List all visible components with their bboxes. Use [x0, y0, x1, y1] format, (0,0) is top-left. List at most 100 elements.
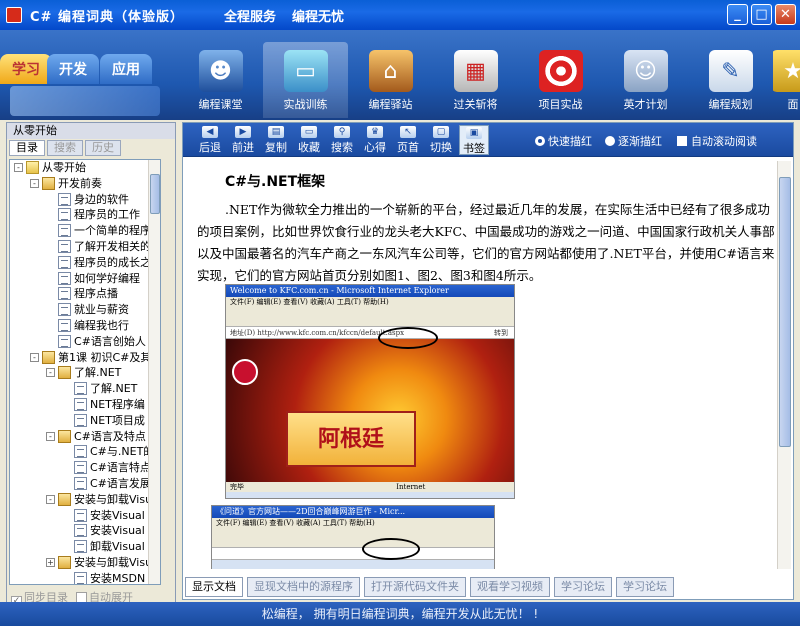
- tree-item-label: C#与.NET的: [90, 445, 155, 459]
- document-scroll-thumb[interactable]: [779, 177, 791, 447]
- tree-item[interactable]: 了解开发相关的: [10, 239, 160, 255]
- tab-study[interactable]: 学习: [0, 54, 52, 84]
- tree-item[interactable]: 卸载Visual S: [10, 539, 160, 555]
- tree-item[interactable]: C#与.NET的: [10, 444, 160, 460]
- tool-button[interactable]: ⚲ 搜索: [327, 125, 357, 155]
- tree-item[interactable]: - C#语言及特点: [10, 429, 160, 445]
- auto-scroll-option[interactable]: 自动滚动阅读: [677, 133, 757, 149]
- tool-button[interactable]: ◀ 后退: [195, 125, 225, 155]
- radio-gradual[interactable]: [605, 136, 615, 146]
- tab-show-source[interactable]: 显现文档中的源程序: [247, 577, 360, 597]
- tab-watch-video[interactable]: 观看学习视频: [470, 577, 550, 597]
- collapse-icon[interactable]: -: [14, 163, 23, 172]
- tool-button[interactable]: ↖ 页首: [393, 125, 423, 155]
- tree-item[interactable]: C#语言特点: [10, 460, 160, 476]
- tree-item[interactable]: NET项目成: [10, 413, 160, 429]
- maximize-button[interactable]: □: [751, 4, 772, 25]
- radio-fast[interactable]: [535, 136, 545, 146]
- teacher-icon: ☻: [198, 50, 243, 92]
- minimize-button[interactable]: _: [727, 4, 748, 25]
- tab-history[interactable]: 历史: [85, 140, 121, 156]
- module-more[interactable]: ★ 面: [773, 42, 800, 118]
- tree-item-label: 第1课 初识C#及其: [58, 350, 152, 364]
- tree-item[interactable]: - 第1课 初识C#及其: [10, 350, 160, 366]
- menu-service[interactable]: 全程服务: [224, 6, 276, 25]
- document-title: C#与.NET框架: [225, 174, 326, 190]
- module-practice-training[interactable]: ▭ 实战训练: [263, 42, 348, 118]
- collapse-icon[interactable]: -: [46, 431, 55, 441]
- tree-item[interactable]: C#语言创始人: [10, 334, 160, 350]
- tree-scrollbar[interactable]: [148, 160, 160, 584]
- figure-banner: 阿根廷: [286, 411, 416, 467]
- tree-item[interactable]: 程序员的工作: [10, 207, 160, 223]
- tree-item[interactable]: 一个简单的程序: [10, 223, 160, 239]
- auto-scroll-checkbox[interactable]: [677, 136, 687, 146]
- module-project-practice[interactable]: 项目实战: [518, 42, 603, 118]
- tool-label: 后退: [199, 141, 221, 154]
- figure-highlight-circle: [378, 327, 438, 349]
- figure2-highlight-circle: [362, 538, 420, 560]
- collapse-icon[interactable]: -: [46, 494, 55, 504]
- doc-icon: [74, 571, 87, 584]
- tree-item[interactable]: C#语言发展: [10, 476, 160, 492]
- tab-show-document[interactable]: 显示文档: [185, 577, 243, 597]
- tab-forum[interactable]: 学习论坛: [554, 577, 612, 597]
- tree-item[interactable]: - 了解.NET: [10, 365, 160, 381]
- tree-item-label: C#语言及特点: [74, 429, 146, 443]
- read-mode-fast[interactable]: 快速描红: [535, 133, 592, 149]
- tool-button[interactable]: ▣ 书签: [459, 125, 489, 155]
- tree-item[interactable]: 如何学好编程: [10, 271, 160, 287]
- collapse-icon[interactable]: -: [30, 352, 39, 362]
- tree-item[interactable]: - 从零开始: [10, 160, 160, 176]
- close-button[interactable]: ✕: [775, 4, 796, 25]
- document-scrollbar[interactable]: [777, 161, 791, 569]
- tab-develop[interactable]: 开发: [47, 54, 99, 84]
- tab-search[interactable]: 搜索: [47, 140, 83, 156]
- tool-button[interactable]: ▢ 切换: [426, 125, 456, 155]
- tree-scroll-thumb[interactable]: [150, 174, 160, 214]
- figure-status-text: 完毕: [230, 483, 244, 491]
- tree-item[interactable]: 安装Visual S: [10, 523, 160, 539]
- tree-item[interactable]: NET程序编: [10, 397, 160, 413]
- tree-item[interactable]: 安装Visual S: [10, 508, 160, 524]
- tree-item[interactable]: + 安装与卸载Visu: [10, 555, 160, 571]
- tree-item-label: 程序点播: [74, 287, 118, 301]
- tree-item[interactable]: 程序员的成长之: [10, 255, 160, 271]
- module-programming-plan[interactable]: ✎ 编程规划: [688, 42, 773, 118]
- collapse-icon[interactable]: -: [30, 178, 39, 188]
- tree-item-label: 安装与卸载Visu: [74, 492, 153, 506]
- tool-label: 搜索: [331, 141, 353, 154]
- expand-icon[interactable]: +: [46, 557, 55, 567]
- figure-window-title: Welcome to KFC.com.cn - Microsoft Intern…: [226, 285, 514, 297]
- tree-item-label: C#语言发展: [90, 476, 151, 490]
- target-icon: [538, 50, 583, 92]
- figure-go: 转到: [494, 329, 508, 337]
- tool-button[interactable]: ♛ 心得: [360, 125, 390, 155]
- tree-item[interactable]: 身边的软件: [10, 192, 160, 208]
- module-programming-station[interactable]: ⌂ 编程驿站: [348, 42, 433, 118]
- tree-item[interactable]: 编程我也行: [10, 318, 160, 334]
- tree-item[interactable]: - 开发前奏: [10, 176, 160, 192]
- tool-button[interactable]: ▶ 前进: [228, 125, 258, 155]
- module-pass-levels[interactable]: ▦ 过关斩将: [433, 42, 518, 118]
- module-programming-class[interactable]: ☻ 编程课堂: [178, 42, 263, 118]
- tree-item[interactable]: - 安装与卸载Visu: [10, 492, 160, 508]
- tree-item[interactable]: 就业与薪资: [10, 302, 160, 318]
- menu-worry-free[interactable]: 编程无忧: [292, 6, 344, 25]
- tree-item[interactable]: 了解.NET: [10, 381, 160, 397]
- doc-icon: [58, 318, 71, 332]
- tab-forum-2[interactable]: 学习论坛: [616, 577, 674, 597]
- tab-open-folder[interactable]: 打开源代码文件夹: [364, 577, 466, 597]
- tool-button[interactable]: ▤ 复制: [261, 125, 291, 155]
- collapse-icon[interactable]: -: [46, 368, 55, 378]
- tree-item[interactable]: 安装MSDN: [10, 571, 160, 584]
- tool-button[interactable]: ▭ 收藏: [294, 125, 324, 155]
- tab-apply[interactable]: 应用: [100, 54, 152, 84]
- tree-item[interactable]: 程序点播: [10, 286, 160, 302]
- module-label: 过关斩将: [453, 98, 498, 111]
- module-label: 编程课堂: [198, 98, 243, 111]
- tree-item-label: C#语言特点: [90, 461, 151, 475]
- module-talent-plan[interactable]: ☺ 英才计划: [603, 42, 688, 118]
- read-mode-gradual[interactable]: 逐渐描红: [605, 133, 662, 149]
- tab-contents[interactable]: 目录: [9, 140, 45, 156]
